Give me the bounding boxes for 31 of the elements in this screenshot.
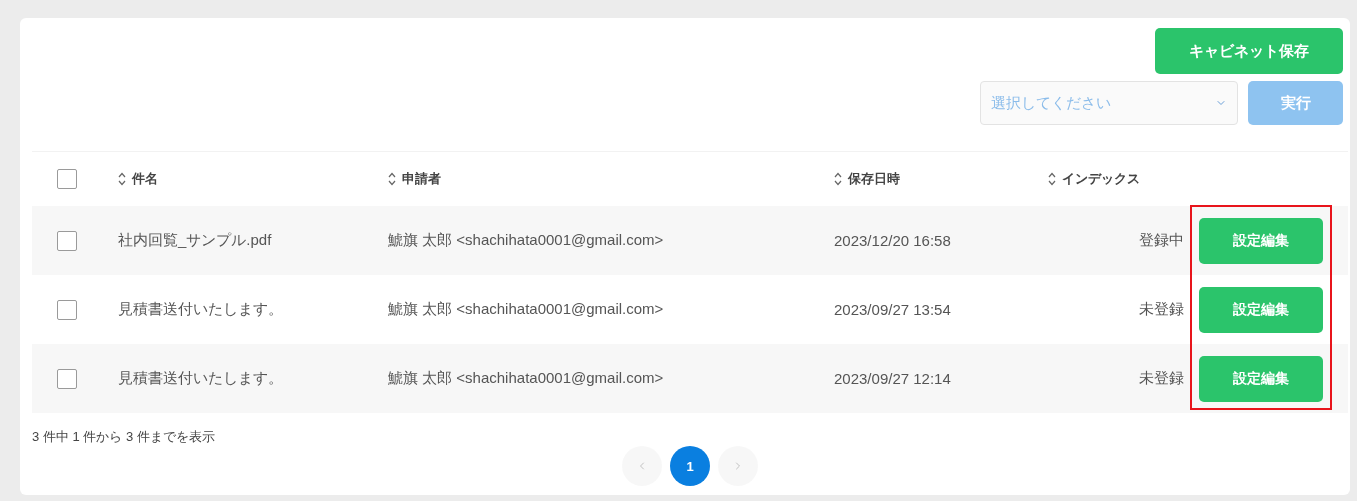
column-header[interactable]: 件名 — [132, 170, 158, 188]
table-cell-text: 2023/12/20 16:58 — [834, 232, 952, 249]
checkbox[interactable] — [57, 299, 77, 320]
table-cell-text: 未登録 — [1138, 300, 1185, 319]
table-cell-text: 鯱旗 太郎 <shachihata0001@gmail.com> — [388, 369, 665, 388]
sort-icon[interactable] — [1048, 172, 1056, 186]
page-button[interactable]: 1 — [670, 446, 710, 486]
table-cell-text: 見積書送付いたします。 — [118, 369, 284, 388]
sort-icon[interactable] — [118, 172, 126, 186]
table-cell-text: 登録中 — [1138, 231, 1185, 250]
column-header[interactable]: 保存日時 — [848, 170, 900, 188]
table-cell-text: 鯱旗 太郎 <shachihata0001@gmail.com> — [388, 231, 665, 250]
table-cell-text: 社内回覧_サンプル.pdf — [118, 231, 273, 250]
table-cell-text: 鯱旗 太郎 <shachihata0001@gmail.com> — [388, 300, 665, 319]
sort-icon[interactable] — [834, 172, 842, 186]
checkbox[interactable] — [57, 368, 77, 389]
cabinet-save-button[interactable]: キャビネット保存 — [1155, 28, 1343, 74]
action-select[interactable]: 選択してください — [980, 81, 1238, 125]
sort-icon[interactable] — [388, 172, 396, 186]
checkbox[interactable] — [57, 169, 77, 189]
edit-settings-button[interactable]: 設定編集 — [1199, 286, 1323, 333]
result-summary: 3 件中 1 件から 3 件までを表示 — [32, 428, 216, 446]
table-cell-text: 見積書送付いたします。 — [118, 300, 284, 319]
column-header[interactable]: インデックス — [1062, 170, 1140, 188]
edit-settings-button[interactable]: 設定編集 — [1199, 217, 1323, 264]
checkbox[interactable] — [57, 230, 77, 251]
table-cell-text: 2023/09/27 13:54 — [834, 301, 952, 318]
column-header[interactable]: 申請者 — [402, 170, 441, 188]
edit-settings-button[interactable]: 設定編集 — [1199, 355, 1323, 402]
table-cell-text: 2023/09/27 12:14 — [834, 370, 952, 387]
table-cell-text: 未登録 — [1138, 369, 1185, 388]
